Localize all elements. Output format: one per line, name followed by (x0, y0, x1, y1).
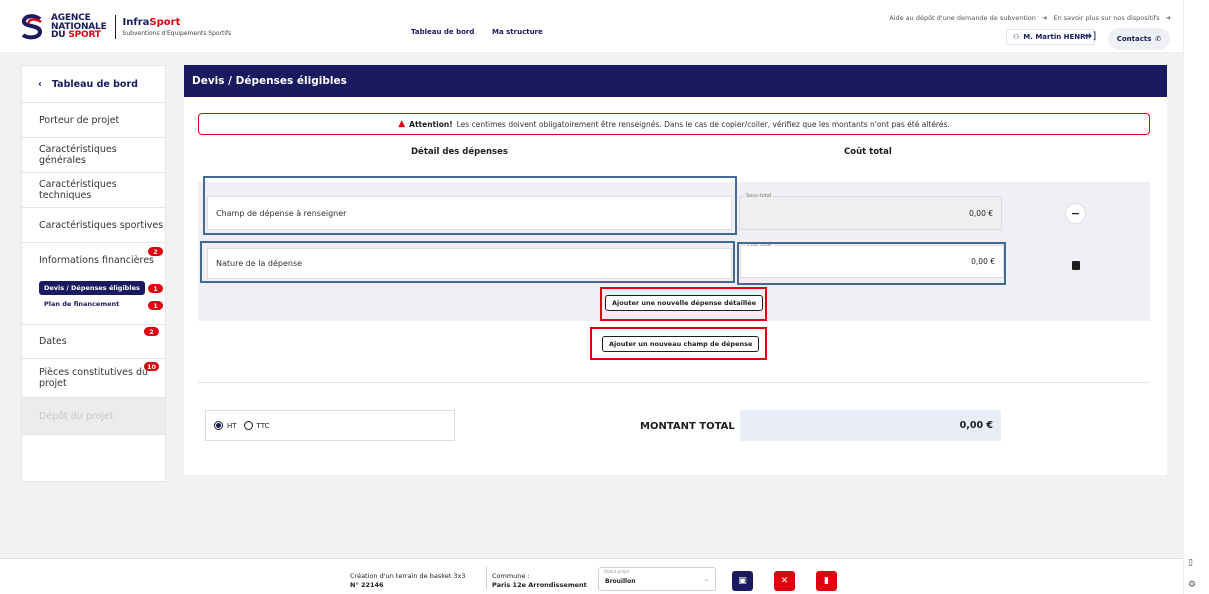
highlight-add-detail (600, 287, 767, 321)
ht-radio[interactable] (214, 421, 223, 430)
project-info: Création d'un terrain de basket 3x3 N° 2… (350, 572, 466, 589)
main-panel: Devis / Dépenses éligibles ▲ Attention! … (184, 65, 1167, 475)
user-account-button[interactable]: ⚇ M. Martin HENRI (1006, 29, 1096, 45)
save-icon: ▣ (738, 576, 747, 586)
sidebar: ‹ Tableau de bord Porteur de projet Cara… (21, 65, 166, 482)
phone-icon: ✆ (1155, 35, 1162, 43)
delete-button[interactable]: ▮ (816, 571, 837, 591)
top-header: AGENCE NATIONALE DU SPORT InfraSport Sub… (0, 0, 1183, 53)
warning-alert: ▲ Attention! Les centimes doivent obliga… (198, 113, 1150, 135)
logo-text: AGENCE NATIONALE DU SPORT (51, 13, 107, 41)
brand: InfraSport Subventions d'Equipements Spo… (122, 17, 232, 37)
chevron-down-icon: ⌄ (703, 576, 709, 583)
sidebar-subitem-plan-financement[interactable]: Plan de financement (44, 300, 119, 308)
sidebar-back-link[interactable]: ‹ Tableau de bord (22, 66, 165, 103)
bottom-bar: Création d'un terrain de basket 3x3 N° 2… (0, 558, 1183, 594)
panel-icon[interactable]: ▯ (1188, 558, 1193, 568)
warning-icon: ▲ (398, 119, 406, 129)
count-badge: 2 (144, 327, 159, 336)
nav-tableau-de-bord[interactable]: Tableau de bord (411, 28, 474, 36)
save-button[interactable]: ▣ (732, 571, 753, 591)
commune-info: Commune : Paris 12e Arrondissement (492, 572, 587, 589)
highlight-add-field (590, 327, 767, 360)
sidebar-item-depot: Dépôt du projet (22, 398, 165, 435)
settings-icon[interactable]: ⚙ (1188, 580, 1196, 590)
highlight-cost-field (737, 242, 1006, 285)
sidebar-item-dates[interactable]: Dates 2 (22, 325, 165, 359)
count-badge: 1 (148, 301, 163, 310)
ttc-radio[interactable] (243, 421, 253, 430)
column-header-cout: Coût total (844, 147, 892, 157)
footer-separator (486, 567, 487, 589)
tax-mode-selector: HT TTC (205, 410, 455, 441)
count-badge: 2 (148, 247, 163, 256)
count-badge: 10 (144, 362, 160, 371)
total-amount-label: MONTANT TOTAL (640, 421, 735, 432)
cancel-button[interactable]: ✕ (774, 571, 795, 591)
help-link[interactable]: Aide au dépôt d'une demande de subventio… (889, 14, 1036, 22)
project-status-select[interactable]: Statut projet Brouillon ⌄ (598, 567, 716, 591)
agence-nationale-du-sport-logo[interactable]: AGENCE NATIONALE DU SPORT InfraSport Sub… (18, 13, 231, 41)
logout-icon[interactable]: ➜] (1084, 31, 1096, 42)
arrow-right-icon: ➔ (1041, 14, 1048, 22)
logo-s-icon (21, 14, 42, 40)
highlight-nature-field (200, 241, 735, 283)
contacts-button[interactable]: Contacts ✆ (1108, 28, 1170, 50)
sidebar-item-pieces[interactable]: Pièces constitutives du projet 10 (22, 359, 165, 398)
browser-side-strip (1183, 0, 1209, 594)
sidebar-subitem-devis[interactable]: Devis / Dépenses éligibles (39, 281, 145, 295)
page-title: Devis / Dépenses éligibles (184, 65, 1167, 97)
divider (198, 382, 1150, 383)
collapse-button[interactable]: − (1066, 204, 1085, 223)
sidebar-item-porteur[interactable]: Porteur de projet (22, 103, 165, 138)
user-icon: ⚇ (1013, 33, 1020, 41)
sidebar-item-caracteristiques-generales[interactable]: Caractéristiques générales (22, 138, 165, 173)
trash-icon[interactable] (1072, 261, 1080, 270)
total-amount-value: 0,00 € (740, 410, 1001, 441)
sidebar-sub-items: Devis / Dépenses éligibles 1 Plan de fin… (22, 278, 165, 325)
nav-ma-structure[interactable]: Ma structure (492, 28, 543, 36)
more-info-link[interactable]: En savoir plus sur nos dispositifs (1053, 14, 1159, 22)
sidebar-item-caracteristiques-techniques[interactable]: Caractéristiques techniques (22, 173, 165, 208)
subtotal-field: Sous-total 0,00 € (739, 193, 1002, 230)
arrow-right-icon: ➔ (1165, 14, 1171, 22)
column-header-detail: Détail des dépenses (411, 147, 508, 157)
close-icon: ✕ (780, 576, 789, 586)
chevron-left-icon: ‹ (38, 78, 42, 90)
logo-separator (114, 15, 116, 39)
highlight-expense-field (203, 176, 737, 235)
count-badge: 1 (148, 284, 163, 293)
sidebar-item-informations-financieres[interactable]: Informations financières 2 (22, 243, 165, 278)
top-links: Aide au dépôt d'une demande de subventio… (885, 14, 1171, 22)
trash-icon: ▮ (824, 576, 829, 586)
sidebar-item-caracteristiques-sportives[interactable]: Caractéristiques sportives (22, 208, 165, 243)
